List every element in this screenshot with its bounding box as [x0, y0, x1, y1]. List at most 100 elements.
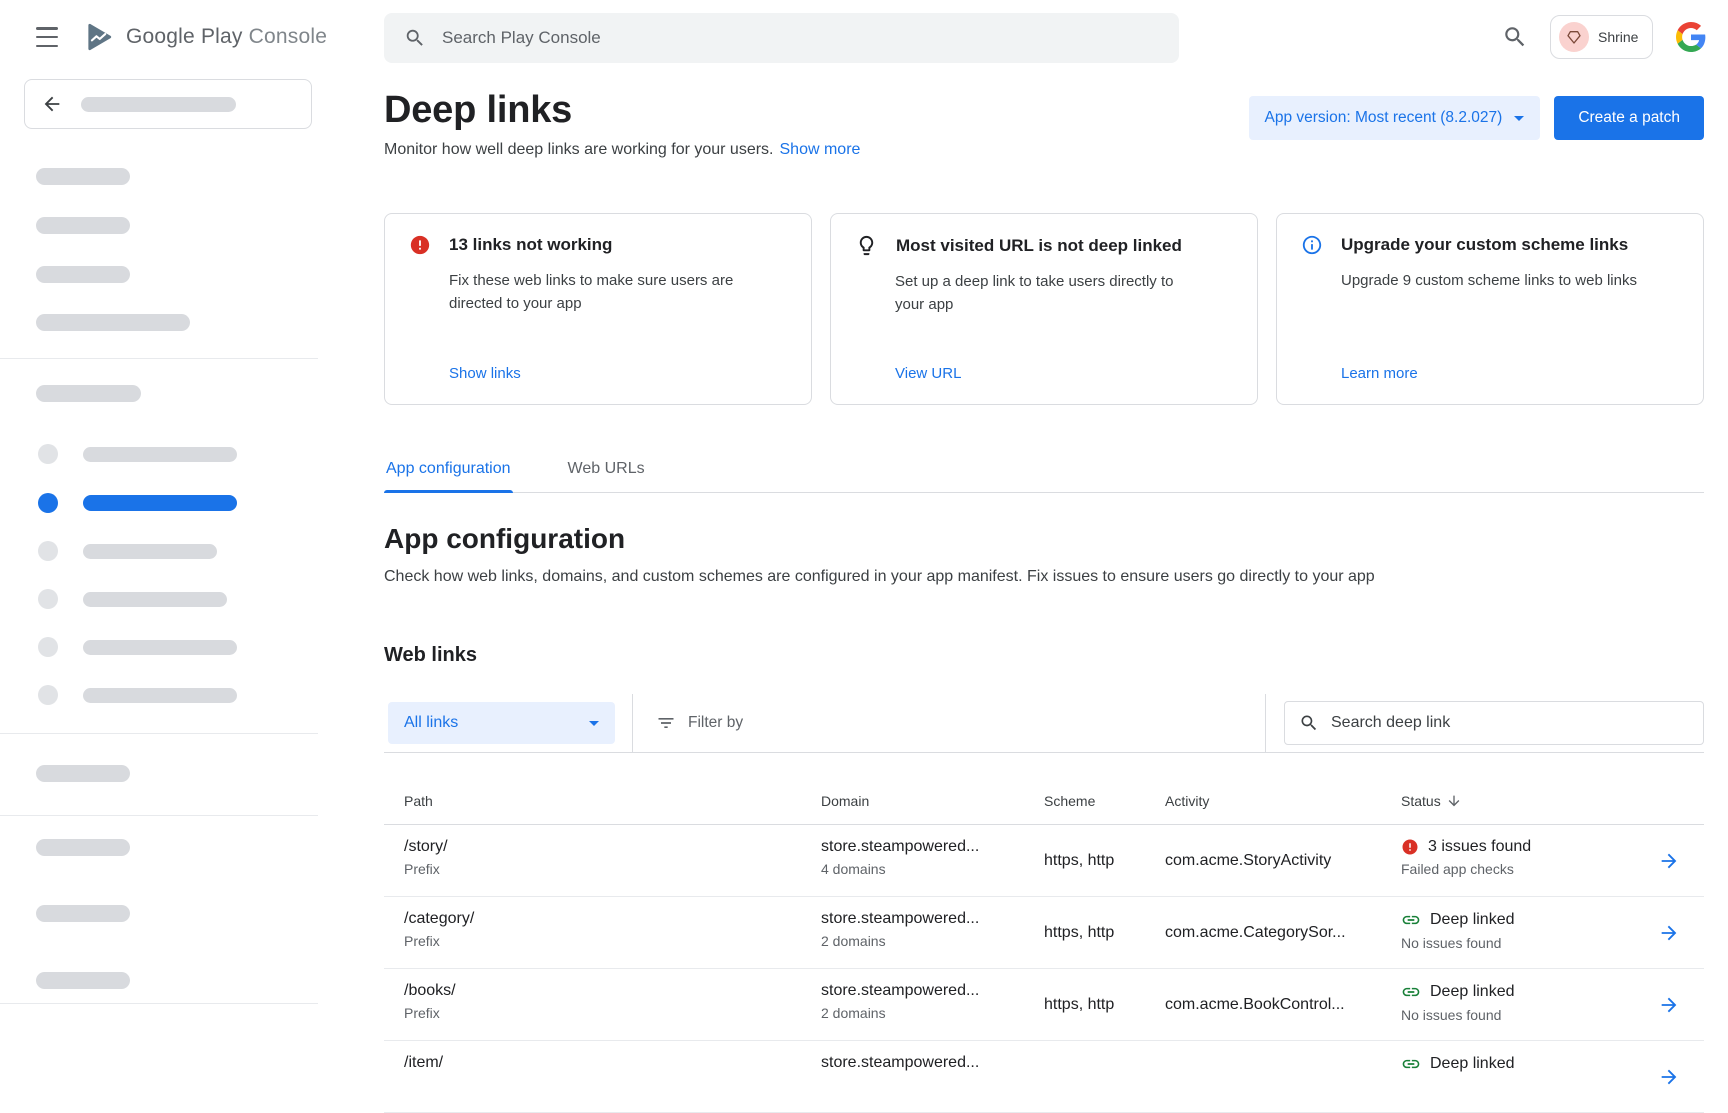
- sidebar-skeleton-item: [36, 972, 130, 989]
- card-links-not-working: 13 links not working Fix these web links…: [384, 213, 812, 405]
- sidebar-skeleton-item: [83, 640, 237, 655]
- learn-more-link[interactable]: Learn more: [1341, 365, 1681, 382]
- link-icon: [1401, 910, 1421, 930]
- card-body: Fix these web links to make sure users a…: [449, 270, 755, 315]
- divider: [0, 358, 318, 359]
- domain-count: 4 domains: [821, 861, 1044, 877]
- status-value: 3 issues found: [1428, 838, 1531, 856]
- sidebar-skeleton-item: [83, 544, 217, 559]
- column-header-scheme[interactable]: Scheme: [1044, 753, 1165, 824]
- filter-by-label: Filter by: [688, 714, 743, 732]
- search-icon: [1299, 713, 1319, 733]
- scheme-value: https, http: [1044, 825, 1165, 896]
- menu-icon[interactable]: [36, 27, 60, 47]
- table-row[interactable]: /story/ Prefix store.steampowered... 4 d…: [384, 825, 1704, 897]
- filter-by-button[interactable]: Filter by: [656, 713, 743, 733]
- sidebar-item-active[interactable]: [83, 495, 237, 511]
- section-heading: App configuration: [384, 523, 1704, 555]
- column-header-status[interactable]: Status: [1401, 753, 1634, 824]
- row-detail-arrow[interactable]: [1658, 922, 1680, 944]
- filter-toolbar: All links Filter by: [384, 694, 1704, 753]
- row-detail-arrow[interactable]: [1658, 994, 1680, 1016]
- gem-icon: [1566, 29, 1582, 45]
- sidebar-skeleton-item: [83, 592, 227, 607]
- google-logo-icon[interactable]: [1676, 22, 1706, 52]
- sidebar-skeleton-icon: [38, 685, 58, 705]
- table-row[interactable]: /category/ Prefix store.steampowered... …: [384, 897, 1704, 969]
- activity-value: com.acme.CategorySor...: [1165, 897, 1401, 968]
- tab-app-configuration[interactable]: App configuration: [384, 454, 513, 492]
- sidebar-skeleton-item: [36, 385, 141, 402]
- column-header-actions: [1634, 753, 1704, 824]
- search-icon[interactable]: [1502, 24, 1528, 50]
- row-detail-arrow[interactable]: [1658, 850, 1680, 872]
- arrow-forward-icon: [1658, 922, 1680, 944]
- sidebar-skeleton-item: [36, 217, 130, 234]
- sidebar: [0, 75, 318, 1080]
- table-row[interactable]: /item/ store.steampowered... Deep linked: [384, 1041, 1704, 1113]
- tab-web-urls[interactable]: Web URLs: [566, 454, 647, 492]
- domain-value: store.steampowered...: [821, 910, 1044, 928]
- column-header-domain[interactable]: Domain: [821, 753, 1044, 824]
- path-value: /item/: [404, 1054, 821, 1072]
- status-value: Deep linked: [1430, 911, 1515, 929]
- link-icon: [1401, 1054, 1421, 1074]
- path-type: Prefix: [404, 933, 821, 949]
- page-title: Deep links: [384, 89, 860, 132]
- arrow-forward-icon: [1658, 994, 1680, 1016]
- back-button[interactable]: [24, 79, 312, 129]
- path-value: /story/: [404, 838, 821, 856]
- sidebar-skeleton-icon: [38, 637, 58, 657]
- status-detail: No issues found: [1401, 1007, 1634, 1023]
- link-icon: [1401, 982, 1421, 1002]
- search-icon: [404, 27, 426, 49]
- tabs: App configuration Web URLs: [384, 454, 1704, 493]
- sidebar-skeleton-item: [36, 266, 130, 283]
- global-search[interactable]: [384, 13, 1179, 63]
- avatar: [1559, 22, 1589, 52]
- show-more-link[interactable]: Show more: [780, 141, 861, 158]
- account-chip[interactable]: Shrine: [1550, 15, 1653, 59]
- path-type: Prefix: [404, 861, 821, 877]
- main-content: Deep links Monitor how well deep links a…: [318, 75, 1728, 1113]
- sidebar-skeleton-icon: [38, 589, 58, 609]
- create-patch-button[interactable]: Create a patch: [1554, 96, 1704, 140]
- sidebar-skeleton-item: [83, 688, 237, 703]
- links-filter-dropdown[interactable]: All links: [388, 702, 615, 744]
- card-body: Set up a deep link to take users directl…: [895, 271, 1201, 316]
- column-header-path[interactable]: Path: [384, 753, 821, 824]
- table-header: Path Domain Scheme Activity Status: [384, 753, 1704, 825]
- card-upgrade-schemes: Upgrade your custom scheme links Upgrade…: [1276, 213, 1704, 405]
- chevron-down-icon: [1514, 116, 1524, 121]
- page-subtitle: Monitor how well deep links are working …: [384, 141, 774, 158]
- divider: [0, 733, 318, 734]
- status-value: Deep linked: [1430, 1055, 1515, 1073]
- arrow-back-icon: [41, 93, 63, 115]
- global-search-input[interactable]: [442, 28, 1092, 48]
- divider: [632, 694, 633, 752]
- show-links-link[interactable]: Show links: [449, 365, 789, 382]
- table-row[interactable]: /books/ Prefix store.steampowered... 2 d…: [384, 969, 1704, 1041]
- status-detail: No issues found: [1401, 935, 1634, 951]
- error-icon: [1401, 838, 1419, 856]
- row-detail-arrow[interactable]: [1658, 1066, 1680, 1088]
- play-logo-icon: [82, 20, 116, 54]
- view-url-link[interactable]: View URL: [895, 365, 1235, 382]
- domain-value: store.steampowered...: [821, 1054, 1044, 1072]
- deep-link-search-input[interactable]: [1331, 714, 1671, 732]
- play-console-logo[interactable]: Google Play Console: [82, 20, 327, 54]
- links-filter-value: All links: [404, 714, 458, 732]
- sidebar-skeleton-item: [36, 765, 130, 782]
- deep-link-search[interactable]: [1284, 701, 1704, 745]
- app-version-dropdown[interactable]: App version: Most recent (8.2.027): [1249, 96, 1541, 140]
- info-icon: [1301, 234, 1323, 256]
- status-value: Deep linked: [1430, 983, 1515, 1001]
- path-type: Prefix: [404, 1005, 821, 1021]
- scheme-value: https, http: [1044, 969, 1165, 1040]
- sidebar-skeleton-icon: [38, 444, 58, 464]
- card-title: 13 links not working: [449, 235, 612, 255]
- divider: [0, 815, 318, 816]
- app-version-label: App version: Most recent (8.2.027): [1265, 109, 1503, 127]
- account-name: Shrine: [1598, 29, 1638, 45]
- column-header-activity[interactable]: Activity: [1165, 753, 1401, 824]
